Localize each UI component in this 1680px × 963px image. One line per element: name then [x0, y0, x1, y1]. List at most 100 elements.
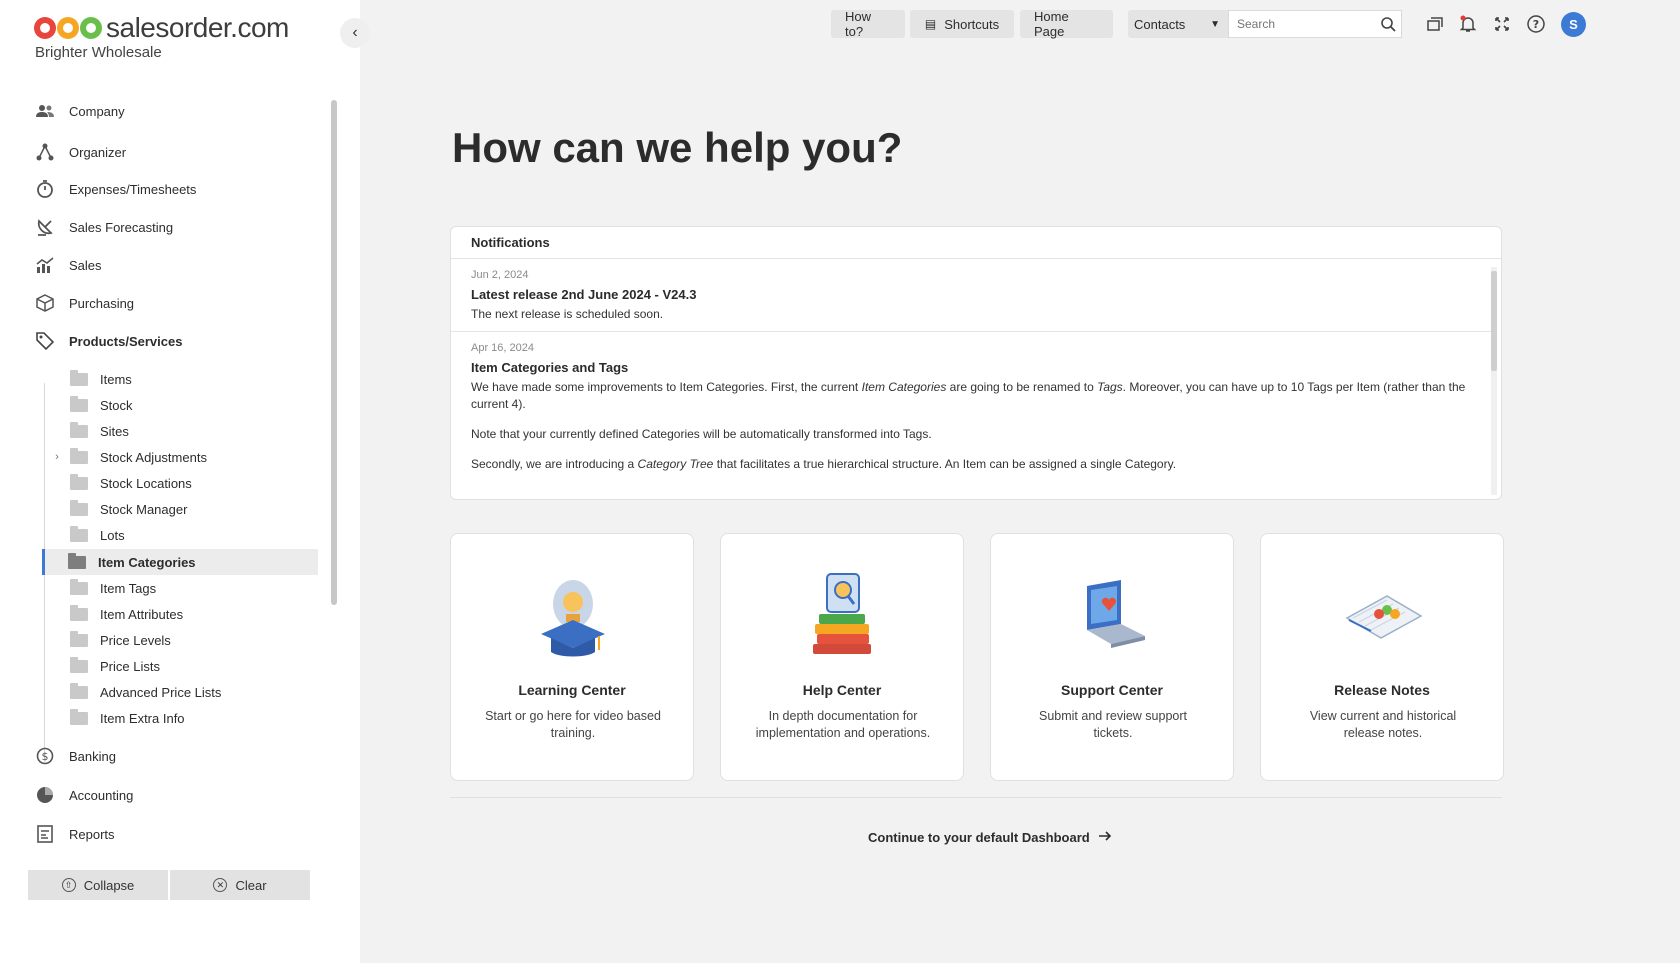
sidebar-item-purchasing[interactable]: Purchasing	[34, 292, 134, 314]
sub-item-price-lists[interactable]: Price Lists	[44, 653, 334, 679]
svg-text:?: ?	[1533, 18, 1539, 31]
sub-item-label: Items	[100, 371, 132, 387]
sub-item-label: Item Categories	[98, 554, 196, 570]
notification-text: We have made some improvements to Item C…	[471, 380, 1466, 411]
arrow-right-icon	[1098, 830, 1112, 845]
sidebar-item-banking[interactable]: $ Banking	[34, 745, 116, 767]
learning-center-card[interactable]: Learning Center Start or go here for vid…	[450, 533, 694, 781]
collapse-label: Collapse	[83, 877, 135, 893]
bell-icon[interactable]	[1457, 13, 1479, 35]
sub-item-item-attributes[interactable]: Item Attributes	[44, 601, 334, 627]
shortcuts-label: Shortcuts	[944, 16, 1000, 32]
card-title: Learning Center	[518, 682, 626, 698]
sub-item-label: Stock Locations	[100, 475, 192, 491]
notification-item: Jun 2, 2024 Latest release 2nd June 2024…	[451, 259, 1491, 332]
sidebar-item-label: Organizer	[69, 144, 127, 160]
notifications-scrollbar[interactable]	[1491, 267, 1497, 495]
avatar[interactable]: S	[1561, 12, 1586, 37]
search-scope-select[interactable]: Contacts ▼	[1128, 10, 1228, 38]
card-description: View current and historical release note…	[1309, 709, 1457, 740]
sidebar-item-organizer[interactable]: Organizer	[34, 141, 126, 163]
sub-item-items[interactable]: Items	[44, 366, 334, 392]
divider	[450, 797, 1502, 798]
how-to-label: How to?	[845, 9, 872, 39]
sub-item-label: Stock	[100, 397, 133, 413]
collapse-button[interactable]: ⇧ Collapse	[28, 870, 168, 900]
sub-item-stock-adjustments[interactable]: › Stock Adjustments	[44, 444, 334, 470]
chevron-left-icon: ‹	[352, 24, 358, 41]
sub-item-label: Price Levels	[100, 632, 171, 648]
dollar-icon: $	[34, 747, 56, 765]
sub-item-price-levels[interactable]: Price Levels	[44, 627, 334, 653]
continue-to-dashboard-link[interactable]: Continue to your default Dashboard	[868, 830, 1112, 845]
sidebar-item-accounting[interactable]: Accounting	[34, 784, 133, 806]
sidebar-item-label: Reports	[69, 826, 115, 842]
folder-icon	[70, 421, 88, 438]
how-to-button[interactable]: How to?	[831, 9, 905, 39]
collapse-icon: ⇧	[61, 878, 76, 892]
sub-item-label: Sites	[100, 423, 129, 439]
sub-item-advanced-price-lists[interactable]: Advanced Price Lists	[44, 679, 334, 705]
notification-date: Jun 2, 2024	[471, 269, 529, 281]
folder-icon	[70, 525, 88, 542]
sidebar-item-reports[interactable]: Reports	[34, 823, 115, 845]
sidebar-scrollbar[interactable]	[331, 100, 337, 605]
notification-item: Apr 16, 2024 Item Categories and Tags We…	[451, 332, 1491, 481]
sidebar-item-label: Banking	[69, 748, 116, 764]
sub-item-lots[interactable]: Lots	[44, 522, 334, 548]
notifications-title: Notifications	[451, 227, 1501, 259]
sub-item-stock-locations[interactable]: Stock Locations	[44, 470, 334, 496]
network-icon	[34, 143, 56, 161]
laptop-heart-icon	[1073, 570, 1153, 666]
chevron-right-icon[interactable]: ›	[44, 451, 70, 463]
books-icon	[803, 570, 883, 666]
sub-item-item-extra-info[interactable]: Item Extra Info	[44, 705, 334, 731]
sub-item-stock[interactable]: Stock	[44, 392, 334, 418]
sub-item-label: Stock Manager	[100, 501, 188, 517]
sub-item-sites[interactable]: Sites	[44, 418, 334, 444]
folder-icon	[70, 499, 88, 516]
sub-item-stock-manager[interactable]: Stock Manager	[44, 496, 334, 522]
card-title: Release Notes	[1334, 682, 1430, 698]
help-center-card[interactable]: Help Center In depth documentation for i…	[720, 533, 964, 781]
folder-icon	[70, 682, 88, 699]
folder-icon	[70, 473, 88, 490]
card-description: In depth documentation for implementatio…	[755, 709, 931, 740]
folder-icon	[70, 578, 88, 595]
sub-item-item-tags[interactable]: Item Tags	[44, 575, 334, 601]
sidebar-item-label: Sales	[69, 257, 102, 273]
sidebar-item-company[interactable]: Company	[34, 100, 125, 122]
search-input[interactable]	[1237, 17, 1377, 31]
graduation-cap-icon	[533, 570, 613, 666]
box-icon	[34, 294, 56, 312]
report-icon	[34, 825, 56, 843]
release-notes-card[interactable]: Release Notes View current and historica…	[1260, 533, 1504, 781]
sidebar-footer: ⇧ Collapse ✕ Clear	[28, 870, 310, 900]
folder-icon	[70, 395, 88, 412]
sidebar-item-sales[interactable]: Sales	[34, 254, 102, 276]
support-center-card[interactable]: Support Center Submit and review support…	[990, 533, 1234, 781]
svg-text:$: $	[42, 750, 49, 763]
clear-button[interactable]: ✕ Clear	[170, 870, 310, 900]
sidebar-item-sales-forecasting[interactable]: Sales Forecasting	[34, 216, 173, 238]
folder-icon	[70, 447, 88, 464]
sidebar-item-products-services[interactable]: Products/Services	[34, 330, 182, 352]
help-icon[interactable]: ?	[1525, 13, 1547, 35]
fullscreen-icon[interactable]	[1491, 13, 1513, 35]
folder-icon	[68, 552, 86, 569]
windows-icon[interactable]	[1424, 13, 1446, 35]
notification-text: Note that your currently defined Categor…	[471, 427, 932, 441]
sub-item-label: Stock Adjustments	[100, 449, 207, 465]
page-title: How can we help you?	[452, 124, 903, 171]
document-icon: ▤	[924, 17, 937, 31]
chart-icon	[34, 256, 56, 274]
sidebar-item-expenses[interactable]: Expenses/Timesheets	[34, 178, 196, 200]
brand-logo[interactable]: salesorder.com	[34, 12, 289, 44]
search-icon[interactable]	[1377, 16, 1399, 32]
notification-text: Secondly, we are introducing a Category …	[471, 457, 1177, 471]
collapse-sidebar-button[interactable]: ‹	[340, 18, 370, 48]
sidebar: salesorder.com Brighter Wholesale Compan…	[0, 0, 360, 963]
shortcuts-button[interactable]: ▤ Shortcuts	[910, 10, 1014, 38]
sub-item-item-categories[interactable]: Item Categories	[42, 549, 318, 575]
home-page-button[interactable]: Home Page	[1020, 9, 1113, 39]
